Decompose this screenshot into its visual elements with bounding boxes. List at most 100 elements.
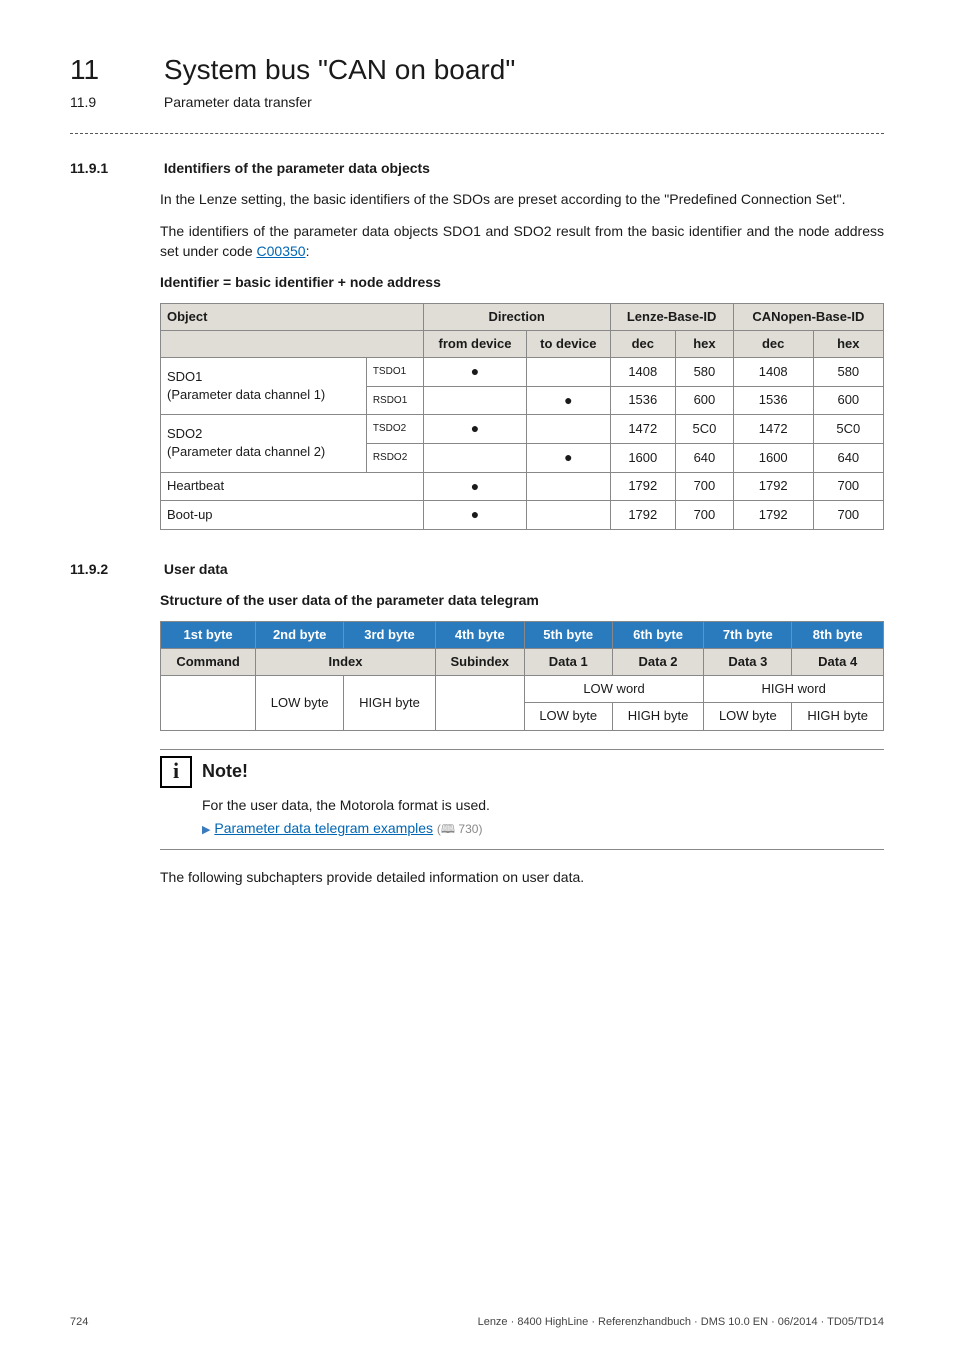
cell-to bbox=[527, 358, 610, 387]
cell-object: SDO2(Parameter data channel 2) bbox=[161, 415, 367, 472]
cell-hex: 700 bbox=[813, 472, 883, 501]
cell-data4: Data 4 bbox=[792, 649, 884, 676]
cell-hex: 600 bbox=[813, 386, 883, 415]
col-direction: Direction bbox=[423, 303, 610, 330]
sub-heading: Structure of the user data of the parame… bbox=[160, 591, 884, 611]
note-line: For the user data, the Motorola format i… bbox=[202, 796, 884, 816]
footer-text: Lenze · 8400 HighLine · Referenzhandbuch… bbox=[478, 1315, 884, 1330]
table-row: Heartbeat ● 1792 700 1792 700 bbox=[161, 472, 884, 501]
cell-hex: 600 bbox=[676, 386, 734, 415]
cell-hex: 5C0 bbox=[676, 415, 734, 444]
cell-object: SDO1(Parameter data channel 1) bbox=[161, 358, 367, 415]
col-hex: hex bbox=[676, 330, 734, 357]
cell-lowword: LOW word bbox=[524, 676, 704, 703]
text: : bbox=[306, 243, 310, 259]
col-dec: dec bbox=[610, 330, 676, 357]
code-link[interactable]: C00350 bbox=[257, 243, 306, 259]
cell-dec: 1792 bbox=[610, 501, 676, 530]
cell-highbyte: HIGH byte bbox=[344, 676, 436, 730]
formula-heading: Identifier = basic identifier + node add… bbox=[160, 273, 884, 293]
col-byte: 6th byte bbox=[612, 621, 704, 648]
col-hex: hex bbox=[813, 330, 883, 357]
cell-data2: Data 2 bbox=[612, 649, 704, 676]
cell-hex: 5C0 bbox=[813, 415, 883, 444]
divider bbox=[70, 133, 884, 134]
table-row: SDO2(Parameter data channel 2) TSDO2 ● 1… bbox=[161, 415, 884, 444]
cell-dec: 1408 bbox=[610, 358, 676, 387]
note-link[interactable]: Parameter data telegram examples bbox=[214, 820, 433, 836]
triangle-icon: ▶ bbox=[202, 824, 210, 836]
cell-subindex: Subindex bbox=[435, 649, 524, 676]
page-ref: 730 bbox=[458, 822, 478, 836]
cell-highword: HIGH word bbox=[704, 676, 884, 703]
cell-dec: 1472 bbox=[733, 415, 813, 444]
section-header: 11.9 Parameter data transfer bbox=[70, 93, 884, 113]
cell-dec: 1792 bbox=[733, 472, 813, 501]
cell-from: ● bbox=[423, 501, 526, 530]
cell-from: ● bbox=[423, 358, 526, 387]
table-row: LOW byte HIGH byte LOW word HIGH word bbox=[161, 676, 884, 703]
paragraph: In the Lenze setting, the basic identifi… bbox=[160, 190, 884, 210]
subsection-heading: 11.9.2 User data bbox=[70, 560, 884, 580]
cell-object: Boot-up bbox=[161, 501, 424, 530]
cell-to: ● bbox=[527, 386, 610, 415]
cell-to bbox=[527, 472, 610, 501]
cell-hex: 700 bbox=[676, 472, 734, 501]
subsection-heading: 11.9.1 Identifiers of the parameter data… bbox=[70, 159, 884, 179]
cell-highbyte: HIGH byte bbox=[792, 703, 884, 730]
col-byte: 3rd byte bbox=[344, 621, 436, 648]
chapter-header: 11 System bus "CAN on board" bbox=[70, 50, 884, 89]
page-footer: 724 Lenze · 8400 HighLine · Referenzhand… bbox=[70, 1315, 884, 1330]
cell-tag: RSDO2 bbox=[366, 443, 423, 472]
paragraph: The following subchapters provide detail… bbox=[160, 868, 884, 888]
cell-from: ● bbox=[423, 415, 526, 444]
cell-to bbox=[527, 501, 610, 530]
cell-hex: 580 bbox=[676, 358, 734, 387]
col-byte: 2nd byte bbox=[256, 621, 344, 648]
cell-from bbox=[423, 443, 526, 472]
cell-lowbyte: LOW byte bbox=[256, 676, 344, 730]
cell-tag: TSDO2 bbox=[366, 415, 423, 444]
cell-hex: 640 bbox=[676, 443, 734, 472]
cell-data3: Data 3 bbox=[704, 649, 792, 676]
cell-dec: 1408 bbox=[733, 358, 813, 387]
subsection-title: User data bbox=[164, 561, 228, 577]
cell-dec: 1600 bbox=[610, 443, 676, 472]
cell-to bbox=[527, 415, 610, 444]
col-lenze: Lenze-Base-ID bbox=[610, 303, 733, 330]
col-byte: 8th byte bbox=[792, 621, 884, 648]
cell-dec: 1472 bbox=[610, 415, 676, 444]
cell-lowbyte: LOW byte bbox=[704, 703, 792, 730]
note-box: i Note! For the user data, the Motorola … bbox=[160, 749, 884, 850]
cell-hex: 640 bbox=[813, 443, 883, 472]
section-number: 11.9 bbox=[70, 93, 160, 113]
col-from: from device bbox=[423, 330, 526, 357]
cell-dec: 1536 bbox=[733, 386, 813, 415]
cell-tag: TSDO1 bbox=[366, 358, 423, 387]
paragraph: The identifiers of the parameter data ob… bbox=[160, 222, 884, 261]
cell-hex: 700 bbox=[813, 501, 883, 530]
subsection-number: 11.9.1 bbox=[70, 159, 160, 179]
col-byte: 5th byte bbox=[524, 621, 612, 648]
cell-dec: 1536 bbox=[610, 386, 676, 415]
cell-hex: 700 bbox=[676, 501, 734, 530]
identifier-table: Object Direction Lenze-Base-ID CANopen-B… bbox=[160, 303, 884, 530]
cell-data1: Data 1 bbox=[524, 649, 612, 676]
section-title: Parameter data transfer bbox=[164, 94, 312, 110]
col-dec: dec bbox=[733, 330, 813, 357]
cell-from bbox=[423, 386, 526, 415]
cell-dec: 1792 bbox=[610, 472, 676, 501]
cell-from: ● bbox=[423, 472, 526, 501]
cell-tag: RSDO1 bbox=[366, 386, 423, 415]
note-title: Note! bbox=[202, 759, 248, 784]
cell-index: Index bbox=[256, 649, 436, 676]
subsection-number: 11.9.2 bbox=[70, 560, 160, 580]
table-row: Boot-up ● 1792 700 1792 700 bbox=[161, 501, 884, 530]
cell-to: ● bbox=[527, 443, 610, 472]
col-byte: 4th byte bbox=[435, 621, 524, 648]
book-icon: (🕮 bbox=[437, 822, 458, 836]
chapter-title: System bus "CAN on board" bbox=[164, 54, 515, 85]
cell-hex: 580 bbox=[813, 358, 883, 387]
col-byte: 7th byte bbox=[704, 621, 792, 648]
subsection-title: Identifiers of the parameter data object… bbox=[164, 160, 430, 176]
